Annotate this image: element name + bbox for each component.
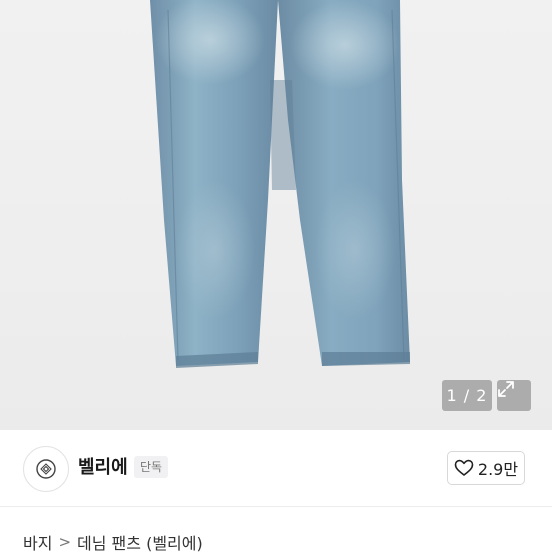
shop-name[interactable]: 벨리에: [78, 453, 128, 479]
expand-icon: [498, 381, 514, 397]
like-count: 2.9만: [477, 460, 519, 479]
denim-pants-illustration: [150, 0, 410, 368]
breadcrumb-separator: >: [58, 533, 72, 551]
image-counter: 1 / 2: [442, 380, 492, 411]
shop-logo[interactable]: [23, 446, 69, 492]
shop-info-row: 벨리에 단독 2.9만: [0, 430, 552, 507]
exclusive-badge: 단독: [134, 456, 169, 478]
heart-icon: [454, 459, 474, 476]
breadcrumb-category[interactable]: 바지: [23, 530, 52, 554]
like-button[interactable]: 2.9만: [447, 451, 525, 485]
breadcrumb-subcategory[interactable]: 데님 팬츠 (벨리에): [77, 530, 203, 554]
expand-button[interactable]: [497, 380, 531, 411]
product-image[interactable]: 1 / 2: [0, 0, 552, 430]
shop-logo-icon: [36, 459, 56, 479]
breadcrumb: 바지 > 데님 팬츠 (벨리에): [23, 530, 203, 554]
